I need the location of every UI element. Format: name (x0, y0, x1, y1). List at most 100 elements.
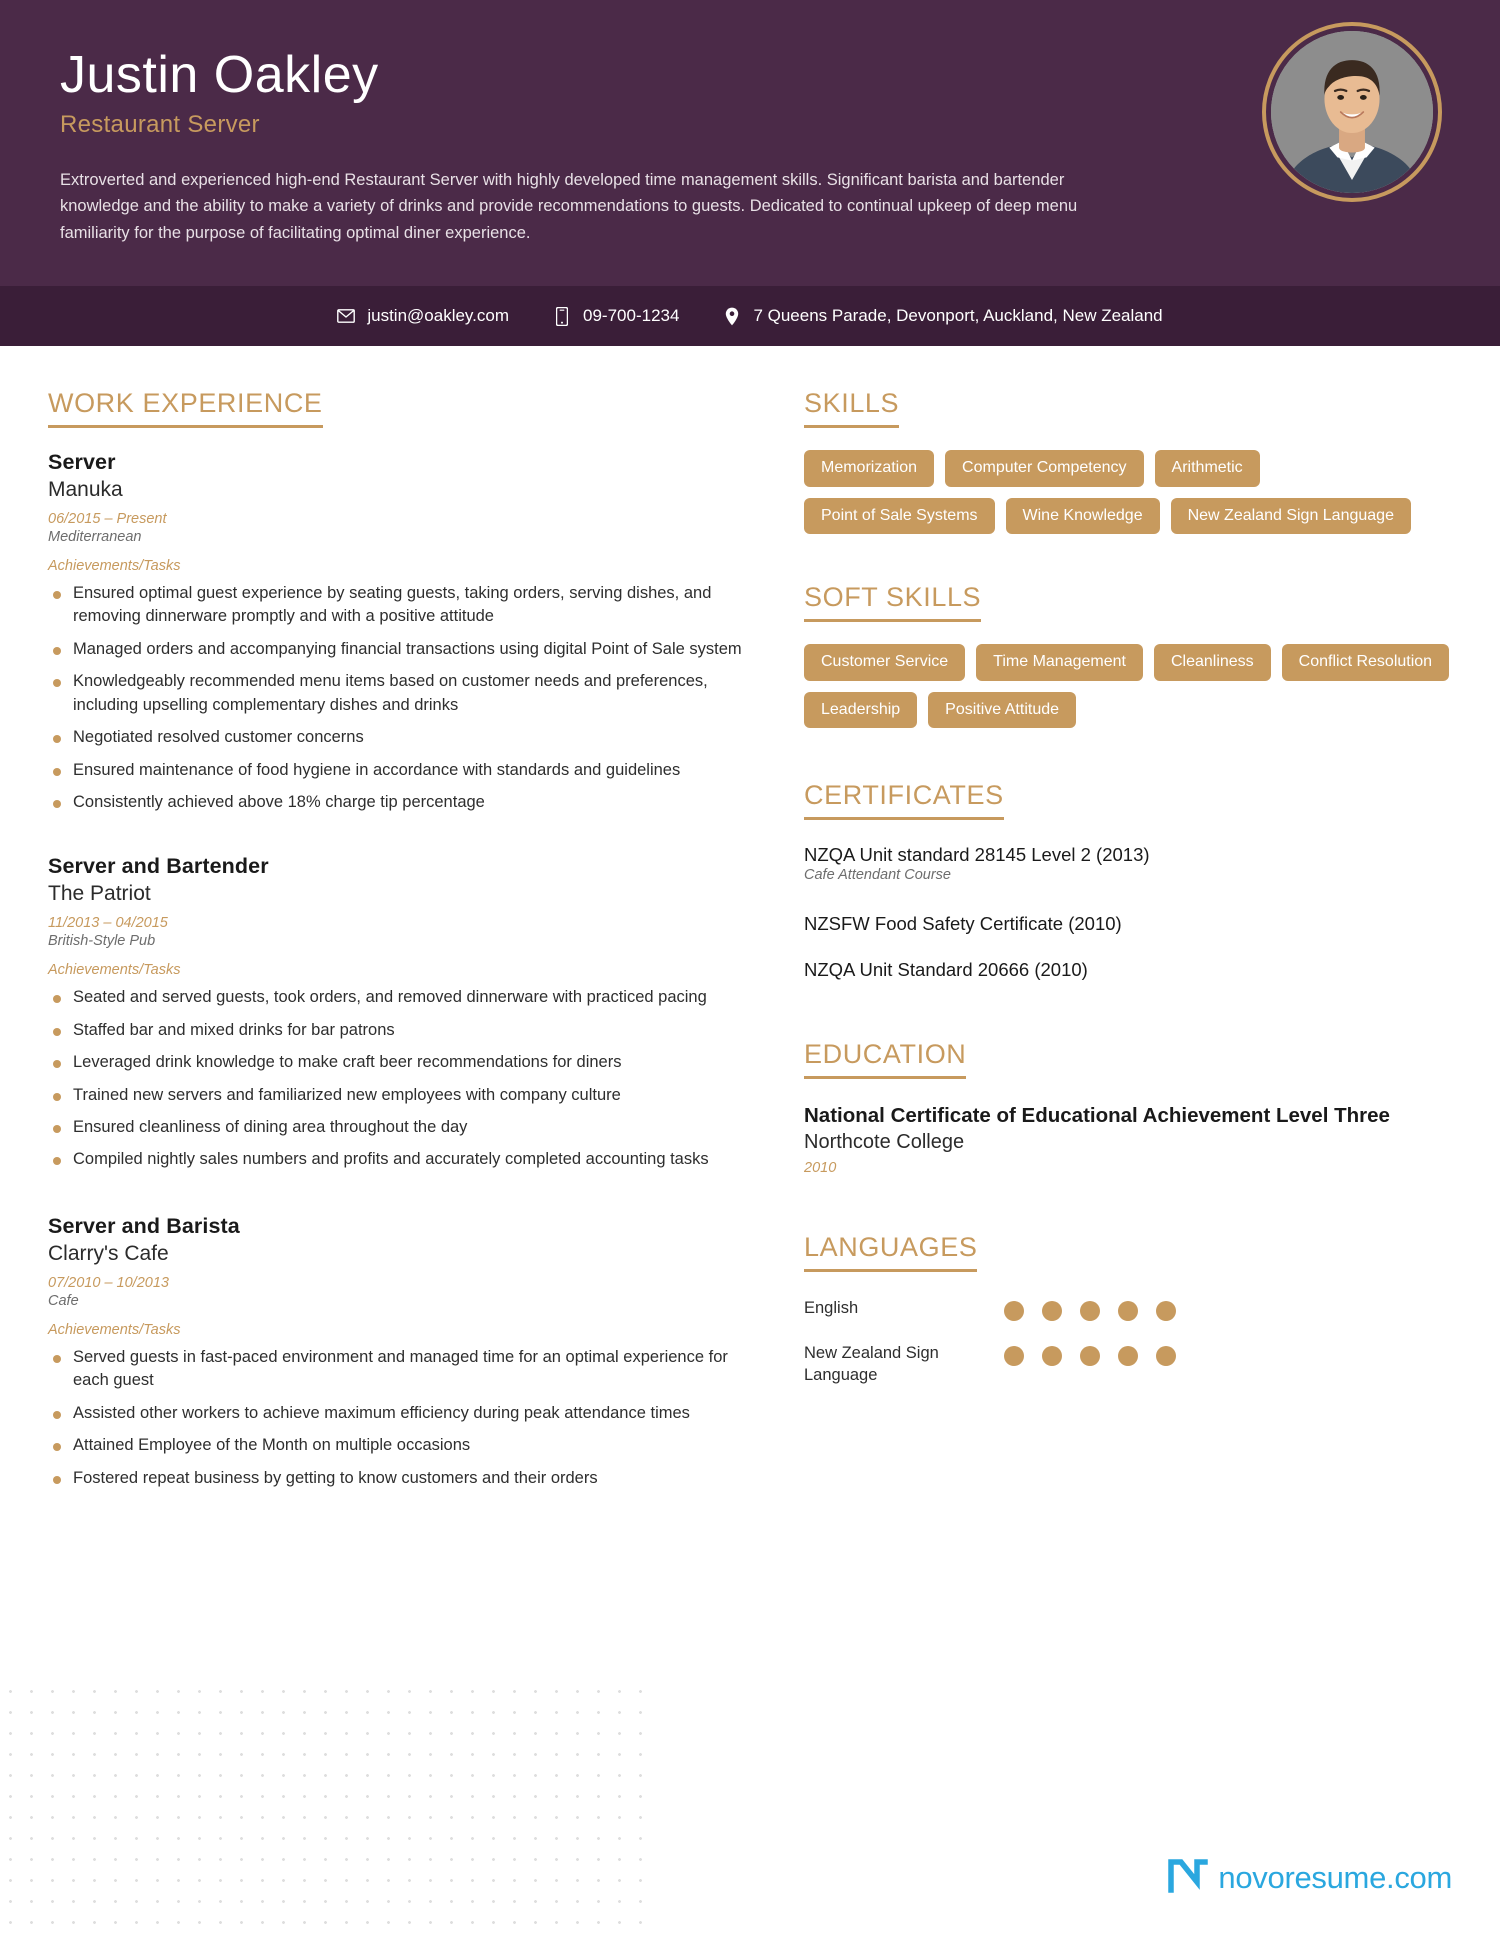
list-item: Consistently achieved above 18% charge t… (48, 791, 748, 814)
list-item: Ensured cleanliness of dining area throu… (48, 1116, 748, 1139)
certificate-name: NZQA Unit standard 28145 Level 2 (2013) (804, 844, 1150, 866)
resume-body: WORK EXPERIENCE Server Manuka 06/2015 – … (0, 346, 1500, 1530)
level-dot (1004, 1346, 1024, 1367)
novoresume-brand-text: novoresume.com (1218, 1859, 1452, 1895)
job-company: Clarry's Cafe (48, 1241, 169, 1265)
level-dot (1080, 1346, 1100, 1367)
list-item: Managed orders and accompanying financia… (48, 638, 748, 661)
contact-address[interactable]: 7 Queens Parade, Devonport, Auckland, Ne… (723, 306, 1163, 326)
level-dot (1156, 1301, 1176, 1322)
soft-skills-heading: SOFT SKILLS (804, 582, 982, 623)
level-dot (1118, 1346, 1138, 1367)
job-dates: 06/2015 – Present (48, 511, 167, 527)
level-dot (1042, 1301, 1062, 1322)
job-type: Mediterranean (48, 529, 142, 545)
list-item: Staffed bar and mixed drinks for bar pat… (48, 1019, 748, 1042)
novoresume-brand[interactable]: novoresume.com (1167, 1856, 1452, 1899)
language-level-dots (1004, 1343, 1176, 1367)
level-dot (1004, 1301, 1024, 1322)
list-item: Compiled nightly sales numbers and profi… (48, 1148, 748, 1171)
job-bullets: Seated and served guests, took orders, a… (48, 986, 748, 1172)
education-heading: EDUCATION (804, 1039, 967, 1080)
avatar (1262, 22, 1442, 202)
section-certificates: CERTIFICATES NZQA Unit standard 28145 Le… (804, 780, 1452, 981)
section-work-experience: WORK EXPERIENCE Server Manuka 06/2015 – … (48, 388, 748, 1490)
list-item: Negotiated resolved customer concerns (48, 726, 748, 749)
section-education: EDUCATION National Certificate of Educat… (804, 1039, 1452, 1176)
education-degree: National Certificate of Educational Achi… (804, 1104, 1390, 1128)
job-dates: 07/2010 – 10/2013 (48, 1274, 169, 1291)
job-position: Server and Barista (48, 1213, 240, 1238)
job-company: Manuka (48, 478, 123, 501)
achievements-label: Achievements/Tasks (48, 962, 181, 979)
left-column: WORK EXPERIENCE Server Manuka 06/2015 – … (48, 388, 788, 1530)
soft-skill-tag: Time Management (976, 644, 1143, 681)
language-level-dots (1004, 1298, 1176, 1322)
job-position: Server (48, 450, 116, 474)
list-item: Trained new servers and familiarized new… (48, 1084, 748, 1107)
language-row: New Zealand Sign Language (804, 1343, 1452, 1386)
list-item: Knowledgeably recommended menu items bas… (48, 670, 748, 717)
section-skills: SKILLS Memorization Computer Competency … (804, 388, 1452, 535)
education-school: Northcote College (804, 1131, 965, 1154)
contact-phone[interactable]: 09-700-1234 (553, 306, 679, 326)
level-dot (1156, 1346, 1176, 1367)
contact-email-text: justin@oakley.com (367, 306, 510, 325)
page-title: Justin Oakley (60, 46, 379, 104)
contact-phone-text: 09-700-1234 (583, 306, 680, 325)
mobile-phone-icon (553, 306, 571, 326)
soft-skill-tag: Cleanliness (1153, 644, 1271, 681)
soft-skill-tag: Positive Attitude (928, 691, 1077, 729)
job-bullets: Ensured optimal guest experience by seat… (48, 582, 748, 814)
certificate-subtitle: Cafe Attendant Course (804, 867, 951, 884)
certificate-entry: NZSFW Food Safety Certificate (2010) (804, 913, 1452, 935)
list-item: Attained Employee of the Month on multip… (48, 1434, 748, 1457)
section-languages: LANGUAGES English New Zealand Sign Langu… (804, 1232, 1452, 1386)
achievements-label: Achievements/Tasks (48, 558, 181, 574)
languages-heading: LANGUAGES (804, 1232, 978, 1273)
education-year: 2010 (804, 1160, 837, 1177)
professional-summary: Extroverted and experienced high-end Res… (60, 170, 1078, 243)
envelope-icon (337, 309, 356, 323)
list-item: Served guests in fast-paced environment … (48, 1346, 748, 1393)
skills-tag-list: Memorization Computer Competency Arithme… (804, 450, 1452, 535)
certificate-entry: NZQA Unit standard 28145 Level 2 (2013) … (804, 844, 1452, 883)
job-entry: Server Manuka 06/2015 – Present Mediterr… (48, 450, 748, 814)
contact-email[interactable]: justin@oakley.com (337, 306, 509, 326)
skill-tag: Arithmetic (1154, 450, 1260, 487)
job-entry: Server and Barista Clarry's Cafe 07/2010… (48, 1214, 748, 1490)
soft-skills-tag-list: Customer Service Time Management Cleanli… (804, 644, 1452, 729)
soft-skill-tag: Customer Service (804, 644, 966, 681)
job-role-subtitle: Restaurant Server (60, 110, 260, 138)
achievements-label: Achievements/Tasks (48, 1321, 181, 1338)
level-dot (1042, 1346, 1062, 1367)
right-column: SKILLS Memorization Computer Competency … (788, 388, 1452, 1530)
languages-list: English New Zealand Sign Language (804, 1298, 1452, 1386)
certificate-name: NZQA Unit Standard 20666 (2010) (804, 959, 1088, 981)
language-row: English (804, 1298, 1452, 1322)
soft-skill-tag: Conflict Resolution (1281, 644, 1450, 681)
soft-skill-tag: Leadership (804, 691, 918, 729)
list-item: Leveraged drink knowledge to make craft … (48, 1051, 748, 1074)
location-pin-icon (723, 307, 741, 326)
decorative-dot-pattern (0, 1681, 660, 1941)
language-name: English (804, 1299, 859, 1318)
level-dot (1080, 1301, 1100, 1322)
job-bullets: Served guests in fast-paced environment … (48, 1346, 748, 1490)
novoresume-logo-icon (1167, 1856, 1209, 1899)
job-company: The Patriot (48, 882, 151, 906)
work-experience-heading: WORK EXPERIENCE (48, 388, 323, 428)
contact-address-text: 7 Queens Parade, Devonport, Auckland, Ne… (753, 306, 1163, 325)
resume-page: Justin Oakley Restaurant Server Extrover… (0, 0, 1500, 1941)
job-position: Server and Bartender (48, 854, 269, 879)
skill-tag: Computer Competency (945, 450, 1144, 487)
skill-tag: Memorization (804, 450, 935, 487)
list-item: Assisted other workers to achieve maximu… (48, 1402, 748, 1425)
list-item: Fostered repeat business by getting to k… (48, 1467, 748, 1490)
skill-tag: Point of Sale Systems (804, 497, 995, 535)
job-dates: 11/2013 – 04/2015 (48, 915, 168, 932)
job-entry: Server and Bartender The Patriot 11/2013… (48, 854, 748, 1172)
list-item: Ensured optimal guest experience by seat… (48, 582, 748, 629)
job-type: British-Style Pub (48, 933, 156, 950)
certificate-entry: NZQA Unit Standard 20666 (2010) (804, 959, 1452, 981)
